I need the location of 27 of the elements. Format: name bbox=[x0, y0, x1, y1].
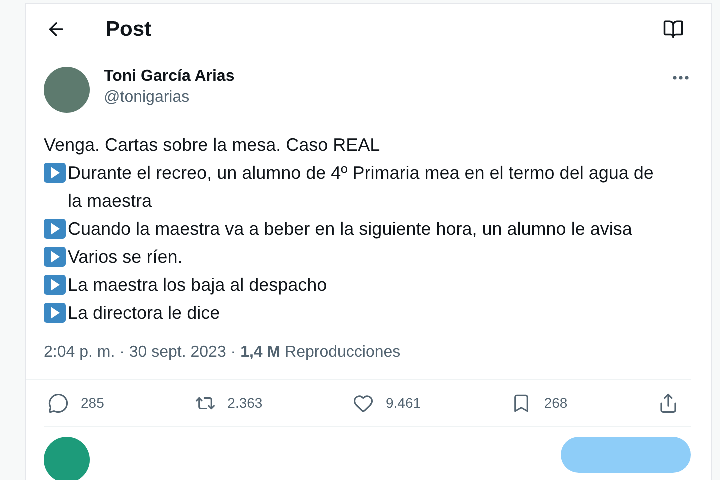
share-button[interactable] bbox=[658, 392, 679, 414]
post-text-line: La directora le dice bbox=[68, 302, 220, 326]
play-icon bbox=[44, 163, 66, 184]
page-title: Post bbox=[106, 16, 152, 43]
author-handle[interactable]: @tonigarias bbox=[104, 87, 235, 110]
play-icon bbox=[44, 275, 66, 296]
post-text-line: Varios se ríen. bbox=[68, 246, 183, 270]
post-text-line: La maestra los baja al despacho bbox=[68, 274, 328, 298]
speech-bubble-icon bbox=[48, 392, 69, 414]
heart-icon bbox=[353, 392, 374, 414]
more-icon bbox=[673, 76, 689, 80]
author-name[interactable]: Toni García Arias bbox=[104, 67, 235, 88]
post-text-line: Venga. Cartas sobre la mesa. Caso REAL bbox=[44, 135, 380, 156]
post-text-line: Cuando la maestra va a beber en la siguiente hora, un alumno le avisa bbox=[68, 218, 632, 242]
bookmark-button[interactable]: 268 bbox=[511, 392, 568, 414]
post-metadata: 2:04 p. m. · 30 sept. 2023 · 1,4 M Reproducciones bbox=[44, 344, 401, 362]
play-icon bbox=[44, 247, 66, 268]
avatar[interactable] bbox=[44, 437, 90, 480]
play-icon bbox=[44, 303, 66, 324]
more-button[interactable] bbox=[673, 76, 689, 80]
like-button[interactable]: 9.461 bbox=[353, 392, 422, 414]
post-text-line: Durante el recreo, un alumno de 4º Primaria mea en el termo del agua de la maestra bbox=[68, 162, 655, 214]
repost-button[interactable]: 2.363 bbox=[194, 392, 263, 414]
play-icon bbox=[44, 219, 66, 240]
avatar[interactable] bbox=[44, 67, 90, 114]
book-icon bbox=[662, 19, 684, 40]
reply-button[interactable]: 285 bbox=[48, 392, 104, 414]
